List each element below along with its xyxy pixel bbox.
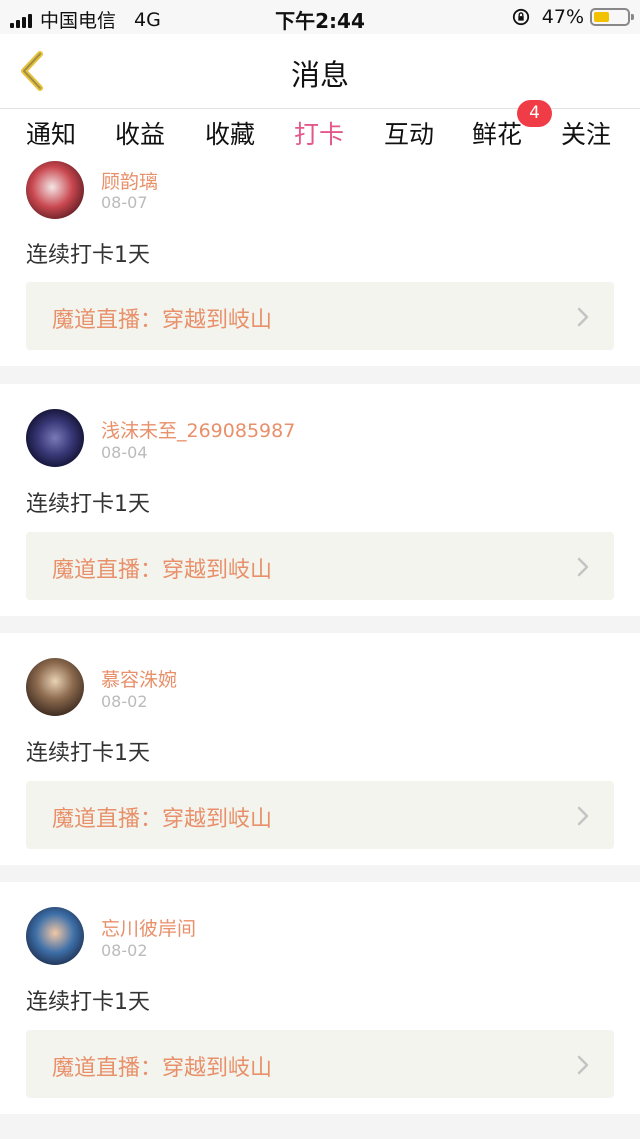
nav-header: 消息: [0, 34, 640, 109]
checkin-text: 连续打卡1天: [26, 741, 150, 766]
checkin-text: 连续打卡1天: [26, 243, 150, 268]
chevron-right-icon: [577, 1055, 589, 1075]
avatar[interactable]: [26, 907, 84, 965]
tab-checkin-label: 打卡: [294, 120, 345, 149]
battery-icon: [590, 8, 634, 26]
tab-notice[interactable]: 通知: [26, 115, 76, 151]
live-link-text: 魔道直播：穿越到岐山: [52, 807, 273, 832]
live-link-card[interactable]: 魔道直播：穿越到岐山: [26, 1030, 614, 1098]
tab-interaction[interactable]: 互动: [384, 115, 434, 151]
avatar[interactable]: [26, 409, 84, 467]
avatar[interactable]: [26, 161, 84, 219]
live-link-card[interactable]: 魔道直播：穿越到岐山: [26, 282, 614, 350]
live-link-card[interactable]: 魔道直播：穿越到岐山: [26, 781, 614, 849]
flowers-badge: 4: [517, 100, 552, 127]
post-date: 08-07: [101, 193, 148, 212]
live-link-text: 魔道直播：穿越到岐山: [52, 308, 273, 333]
username[interactable]: 顾韵璃: [101, 167, 158, 194]
rotation-lock-icon: [512, 8, 529, 26]
post-date: 08-04: [101, 443, 148, 462]
username[interactable]: 浅沫未至_269085987: [101, 416, 295, 443]
chevron-right-icon: [577, 806, 589, 826]
list-item: 浅沫未至_269085987 08-04 连续打卡1天 魔道直播：穿越到岐山: [0, 384, 640, 616]
list-item: 顾韵璃 08-07 连续打卡1天 魔道直播：穿越到岐山: [0, 157, 640, 366]
tab-favorites[interactable]: 收藏: [205, 115, 255, 151]
tab-flowers[interactable]: 鲜花: [472, 115, 522, 151]
tab-earnings[interactable]: 收益: [115, 115, 165, 151]
username[interactable]: 忘川彼岸间: [101, 914, 196, 941]
chevron-right-icon: [577, 307, 589, 327]
post-date: 08-02: [101, 692, 148, 711]
status-right: 47%: [512, 6, 634, 28]
list-item: 忘川彼岸间 08-02 连续打卡1天 魔道直播：穿越到岐山: [0, 882, 640, 1114]
checkin-text: 连续打卡1天: [26, 492, 150, 517]
tab-checkin[interactable]: 打卡: [294, 115, 345, 163]
status-bar: 中国电信 4G 下午2:44 47%: [0, 0, 640, 34]
list-item: 慕容洙婉 08-02 连续打卡1天 魔道直播：穿越到岐山: [0, 633, 640, 865]
live-link-card[interactable]: 魔道直播：穿越到岐山: [26, 532, 614, 600]
page-title: 消息: [290, 58, 349, 92]
tab-follow[interactable]: 关注: [561, 115, 611, 151]
post-date: 08-02: [101, 941, 148, 960]
live-link-text: 魔道直播：穿越到岐山: [52, 558, 273, 583]
live-link-text: 魔道直播：穿越到岐山: [52, 1056, 273, 1081]
chevron-right-icon: [577, 557, 589, 577]
checkin-text: 连续打卡1天: [26, 990, 150, 1015]
battery-percent: 47%: [541, 6, 584, 28]
username[interactable]: 慕容洙婉: [101, 665, 177, 692]
avatar[interactable]: [26, 658, 84, 716]
